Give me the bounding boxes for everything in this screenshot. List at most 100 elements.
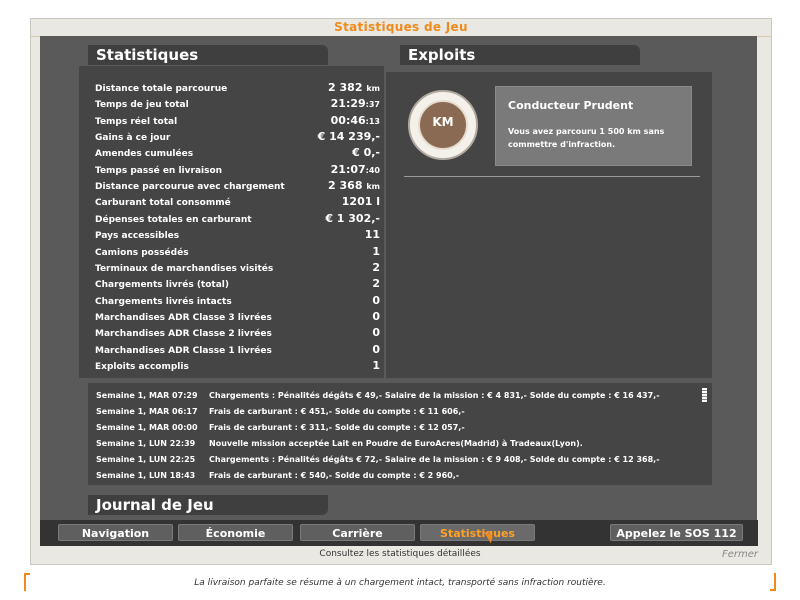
bottom-nav: Navigation Économie Carrière Statistique… <box>40 520 758 546</box>
journal-message: Frais de carburant : € 451,- Solde du co… <box>209 407 465 416</box>
stats-value-unit: km <box>366 182 380 192</box>
stats-value: € 14 239,- <box>318 130 380 143</box>
journal-message: Frais de carburant : € 311,- Solde du co… <box>209 423 465 432</box>
nav-economie-button[interactable]: Économie <box>178 524 293 541</box>
stats-label: Distance parcourue avec chargement <box>95 182 285 193</box>
stats-value: 2 <box>372 277 380 290</box>
badge-icon: KM <box>408 90 478 160</box>
stats-value: 0 <box>372 310 380 323</box>
stats-label: Temps réel total <box>95 116 178 127</box>
journal-title: Journal de Jeu <box>88 495 328 515</box>
tip-text: La livraison parfaite se résume à un cha… <box>194 578 606 588</box>
stats-title: Statistiques <box>88 45 328 65</box>
stats-row: Marchandises ADR Classe 3 livrées 0 <box>95 310 380 326</box>
stats-value-main: 2 <box>372 277 380 291</box>
stats-label: Marchandises ADR Classe 1 livrées <box>95 345 272 356</box>
journal-message: Frais de carburant : € 540,- Solde du co… <box>209 471 460 480</box>
stats-value: 21:29:37 <box>331 97 380 110</box>
journal-message: Nouvelle mission acceptée Lait en Poudre… <box>209 439 583 448</box>
stats-value: 1 <box>372 245 380 258</box>
achievement-name: Conducteur Prudent <box>508 99 634 112</box>
stats-value: € 0,- <box>352 146 380 159</box>
stats-value-main: 2 368 <box>328 179 363 193</box>
stats-row: Distance parcourue avec chargement 2 368 … <box>95 179 380 195</box>
stats-value-main: 0 <box>372 326 380 340</box>
stats-value: 2 382 km <box>328 81 380 94</box>
stats-value-unit: :13 <box>365 116 380 126</box>
stats-value: 00:46:13 <box>331 114 380 127</box>
journal-scrollbar[interactable] <box>700 388 709 484</box>
stats-label: Terminaux de marchandises visités <box>95 263 274 274</box>
stats-row: Carburant total consommé 1201 l <box>95 195 380 211</box>
stats-row: Gains à ce jour € 14 239,- <box>95 130 380 146</box>
stats-value: 0 <box>372 294 380 307</box>
stats-value-main: 11 <box>364 228 380 242</box>
stats-value-main: 00:46 <box>330 113 366 127</box>
sos-button[interactable]: Appelez le SOS 112 <box>610 524 743 541</box>
journal-entry: Semaine 1, LUN 18:43 Frais de carburant :… <box>96 471 696 486</box>
journal-date: Semaine 1, LUN 22:39 <box>96 439 196 448</box>
stats-value: 21:07:40 <box>331 163 380 176</box>
stats-row: Terminaux de marchandises visités 2 <box>95 261 380 277</box>
achievement-description: Vous avez parcouru 1 500 km sans commett… <box>508 127 665 149</box>
stats-label: Amendes cumulées <box>95 149 194 160</box>
window-title: Statistiques de Jeu <box>334 20 468 34</box>
stats-row: Temps passé en livraison 21:07:40 <box>95 163 380 179</box>
stats-label: Chargements livrés intacts <box>95 296 232 307</box>
stats-value: 2 <box>372 261 380 274</box>
stats-row: Marchandises ADR Classe 1 livrées 0 <box>95 343 380 359</box>
journal-date: Semaine 1, MAR 06:17 <box>96 407 198 416</box>
stats-value-main: 1 <box>372 244 380 258</box>
scroll-thumb[interactable] <box>702 388 707 402</box>
stats-row: Chargements livrés (total) 2 <box>95 277 380 293</box>
stats-value: 1201 l <box>342 195 380 208</box>
stats-row: Exploits accomplis 1 <box>95 359 380 375</box>
stats-value-main: 2 382 <box>328 81 363 94</box>
journal-message: Chargements : Pénalités dégâts € 49,- Sa… <box>209 391 660 400</box>
stats-value-main: 2 <box>372 260 380 274</box>
stats-label: Carburant total consommé <box>95 198 231 209</box>
stats-row: Camions possédés 1 <box>95 245 380 261</box>
stats-label: Dépenses totales en carburant <box>95 214 252 225</box>
stats-label: Camions possédés <box>95 247 189 258</box>
stats-label: Gains à ce jour <box>95 133 171 144</box>
stats-value: 0 <box>372 343 380 356</box>
stats-panel: Distance totale parcourue 2 382 km Temps d… <box>79 66 384 378</box>
journal-date: Semaine 1, LUN 18:43 <box>96 471 196 480</box>
stats-row: Temps de jeu total 21:29:37 <box>95 97 380 113</box>
stats-label: Distance totale parcourue <box>95 84 228 94</box>
stats-value-main: 0 <box>372 342 380 356</box>
journal-message: Chargements : Pénalités dégâts € 72,- Sa… <box>209 455 660 464</box>
stats-value-unit: km <box>366 84 380 93</box>
achievement-card[interactable]: Conducteur Prudent Vous avez parcouru 1 … <box>495 86 692 166</box>
journal-entry: Semaine 1, LUN 22:39 Nouvelle mission acc… <box>96 439 696 454</box>
stats-label: Chargements livrés (total) <box>95 280 229 291</box>
stats-label: Pays accessibles <box>95 231 180 242</box>
stats-value-main: 1 <box>372 358 380 372</box>
nav-statistiques-button[interactable]: Statistiques <box>420 524 535 541</box>
stats-row: Chargements livrés intacts 0 <box>95 294 380 310</box>
stats-row: Marchandises ADR Classe 2 livrées 0 <box>95 326 380 342</box>
journal-entry: Semaine 1, MAR 06:17 Frais de carburant :… <box>96 407 696 422</box>
stats-row: Distance totale parcourue 2 382 km <box>95 81 380 97</box>
nav-navigation-button[interactable]: Navigation <box>58 524 173 541</box>
stats-label: Temps passé en livraison <box>95 165 223 176</box>
journal-entry: Semaine 1, MAR 00:00 Frais de carburant :… <box>96 423 696 438</box>
stats-label: Exploits accomplis <box>95 361 189 372</box>
stats-value: 0 <box>372 326 380 339</box>
stats-value-main: € 14 239,- <box>317 130 380 144</box>
stats-value-main: 1201 l <box>341 195 380 209</box>
journal-date: Semaine 1, MAR 07:29 <box>96 391 198 400</box>
stats-value-unit: :40 <box>365 165 380 175</box>
stats-row: Pays accessibles 11 <box>95 228 380 244</box>
close-button[interactable]: Fermer <box>722 549 758 560</box>
stats-label: Temps de jeu total <box>95 100 189 111</box>
stats-value-main: 0 <box>372 309 380 323</box>
journal-date: Semaine 1, LUN 22:25 <box>96 455 196 464</box>
stats-label: Marchandises ADR Classe 2 livrées <box>95 329 272 340</box>
journal-date: Semaine 1, MAR 00:00 <box>96 423 198 432</box>
achievements-title: Exploits <box>400 45 640 65</box>
nav-carriere-button[interactable]: Carrière <box>300 524 415 541</box>
stats-value-main: 21:29 <box>330 97 366 111</box>
stats-row: Temps réel total 00:46:13 <box>95 114 380 130</box>
